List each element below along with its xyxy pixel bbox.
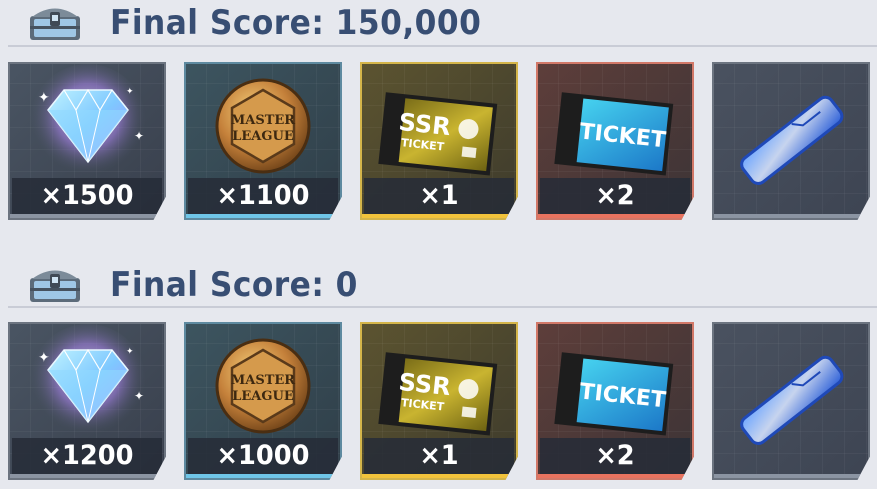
reward-item-ticket[interactable]: TICKET ×2 bbox=[536, 322, 694, 480]
rarity-bar bbox=[184, 214, 342, 220]
reward-item-ssr-ticket[interactable]: SSR TICKET ×1 bbox=[360, 62, 518, 220]
rarity-bar bbox=[712, 474, 870, 480]
reward-quantity: ×1100 bbox=[187, 178, 339, 214]
svg-text:✦: ✦ bbox=[126, 87, 134, 97]
svg-text:✦: ✦ bbox=[134, 389, 144, 403]
rarity-bar bbox=[8, 214, 166, 220]
reward-quantity: ×2 bbox=[539, 178, 691, 214]
rarity-bar bbox=[184, 474, 342, 480]
svg-text:✦: ✦ bbox=[38, 90, 50, 106]
final-score-title: Final Score: 0 bbox=[110, 265, 358, 305]
svg-text:✦: ✦ bbox=[134, 129, 144, 143]
reward-chest-icon bbox=[30, 270, 80, 302]
reward-item-ssr-ticket[interactable]: SSR TICKET ×1 bbox=[360, 322, 518, 480]
coin-text-line2: LEAGUE bbox=[232, 129, 294, 144]
ticket-icon: TICKET bbox=[554, 92, 674, 176]
master-league-coin-icon: MASTER LEAGUE bbox=[215, 338, 311, 434]
ssr-ticket-icon: SSR TICKET bbox=[378, 92, 498, 176]
reward-quantity: ×1 bbox=[363, 178, 515, 214]
reward-item-master-league-coin[interactable]: MASTER LEAGUE ×1100 bbox=[184, 62, 342, 220]
coin-text-line2: LEAGUE bbox=[232, 389, 294, 404]
reward-item-blue-chip[interactable] bbox=[712, 322, 870, 480]
reward-list: ✦ ✦ ✦ ×1500 MASTER LEAGUE ×1100 SSR TICK… bbox=[0, 62, 877, 222]
svg-text:✦: ✦ bbox=[126, 347, 134, 357]
reward-item-master-league-coin[interactable]: MASTER LEAGUE ×1000 bbox=[184, 322, 342, 480]
master-league-coin-icon: MASTER LEAGUE bbox=[215, 78, 311, 174]
reward-quantity: ×2 bbox=[539, 438, 691, 474]
rarity-bar bbox=[536, 214, 694, 220]
coin-text-line1: MASTER bbox=[231, 373, 295, 388]
svg-text:✦: ✦ bbox=[38, 350, 50, 366]
rarity-bar bbox=[8, 474, 166, 480]
reward-item-ticket[interactable]: TICKET ×2 bbox=[536, 62, 694, 220]
reward-item-gem[interactable]: ✦ ✦ ✦ ×1200 bbox=[8, 322, 166, 480]
reward-quantity: ×1500 bbox=[11, 178, 163, 214]
ticket-icon: TICKET bbox=[554, 352, 674, 436]
gem-icon: ✦ ✦ ✦ bbox=[30, 64, 146, 180]
reward-quantity: ×1 bbox=[363, 438, 515, 474]
ssr-ticket-icon: SSR TICKET bbox=[378, 352, 498, 436]
reward-item-gem[interactable]: ✦ ✦ ✦ ×1500 bbox=[8, 62, 166, 220]
section-header: Final Score: 0 bbox=[0, 252, 877, 308]
reward-list: ✦ ✦ ✦ ×1200 MASTER LEAGUE ×1000 SSR TICK… bbox=[0, 322, 877, 482]
header-divider bbox=[8, 45, 877, 47]
rarity-bar bbox=[360, 474, 518, 480]
reward-chest-icon bbox=[30, 8, 80, 40]
rarity-bar bbox=[712, 214, 870, 220]
header-divider bbox=[8, 306, 877, 308]
gem-icon: ✦ ✦ ✦ bbox=[30, 324, 146, 440]
blue-chip-icon bbox=[740, 95, 844, 185]
coin-text-line1: MASTER bbox=[231, 113, 295, 128]
blue-chip-icon bbox=[740, 355, 844, 445]
final-score-title: Final Score: 150,000 bbox=[110, 3, 482, 43]
rarity-bar bbox=[536, 474, 694, 480]
rarity-bar bbox=[360, 214, 518, 220]
reward-quantity: ×1200 bbox=[11, 438, 163, 474]
reward-quantity: ×1000 bbox=[187, 438, 339, 474]
section-header: Final Score: 150,000 bbox=[0, 0, 877, 47]
reward-item-blue-chip[interactable] bbox=[712, 62, 870, 220]
